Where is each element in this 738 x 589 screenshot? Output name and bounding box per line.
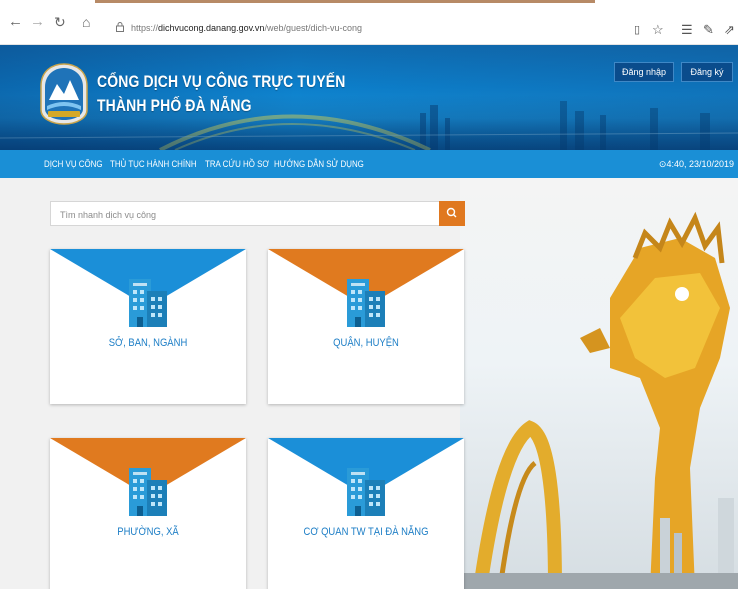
pen-icon[interactable]: ✎ [703, 23, 714, 37]
card-label: CƠ QUAN TW TẠI ĐÀ NẴNG [303, 526, 429, 538]
login-button[interactable]: Đăng nhập [614, 62, 674, 82]
card-label: QUẬN, HUYỆN [333, 337, 399, 349]
nav-dich-vu-cong[interactable]: DỊCH VỤ CÔNG [44, 159, 103, 169]
card-label: SỞ, BAN, NGÀNH [108, 337, 188, 349]
card-so-ban-nganh[interactable]: SỞ, BAN, NGÀNH [50, 249, 246, 404]
card-quan-huyen[interactable]: QUẬN, HUYỆN [268, 249, 464, 404]
nav-tra-cuu-ho-so[interactable]: TRA CỨU HỒ SƠ [205, 159, 269, 169]
building-icon [347, 279, 385, 327]
lock-icon [116, 22, 124, 32]
card-label: PHƯỜNG, XÃ [117, 526, 179, 538]
site-title-line1: CỔNG DỊCH VỤ CÔNG TRỰC TUYẾN [97, 72, 346, 91]
share-icon[interactable]: ⇗ [724, 23, 735, 37]
refresh-icon[interactable]: ↻ [54, 14, 66, 30]
site-header: CỔNG DỊCH VỤ CÔNG TRỰC TUYẾN THÀNH PHỐ Đ… [0, 45, 738, 150]
site-title: CỔNG DỊCH VỤ CÔNG TRỰC TUYẾN THÀNH PHỐ Đ… [97, 70, 345, 118]
dragon-illustration [460, 211, 738, 589]
main-content: Tìm nhanh dịch vụ công SỞ, BAN, NGÀNH QU… [0, 178, 738, 589]
main-nav: DỊCH VỤ CÔNG THỦ TỤC HÀNH CHÍNH TRA CỨU … [0, 150, 738, 178]
favorites-list-icon[interactable]: ☰ [681, 23, 693, 37]
card-phuong-xa[interactable]: PHƯỜNG, XÃ [50, 438, 246, 589]
card-co-quan-tw[interactable]: CƠ QUAN TW TẠI ĐÀ NẴNG [268, 438, 464, 589]
address-bar[interactable]: https://dichvucong.danang.gov.vn/web/gue… [112, 19, 667, 41]
favorite-star-icon[interactable]: ☆ [652, 23, 664, 37]
dragon-bridge-image [460, 178, 738, 589]
url-text: https://dichvucong.danang.gov.vn/web/gue… [131, 23, 362, 33]
url-prefix: https:// [131, 23, 159, 33]
back-icon[interactable]: ← [8, 14, 23, 30]
forward-icon[interactable]: → [30, 14, 45, 30]
url-domain: dichvucong.danang.gov.vn [158, 23, 265, 33]
nav-huong-dan-su-dung[interactable]: HƯỚNG DẪN SỬ DỤNG [274, 159, 364, 169]
home-icon[interactable]: ⌂ [82, 14, 90, 30]
nav-thu-tuc-hanh-chinh[interactable]: THỦ TỤC HÀNH CHÍNH [110, 159, 197, 169]
datetime-display: ⊙4:40, 23/10/2019 [659, 159, 734, 170]
search-input[interactable]: Tìm nhanh dịch vụ công [60, 210, 156, 220]
search-box: Tìm nhanh dịch vụ công [50, 201, 465, 226]
building-icon [129, 279, 167, 327]
building-icon [347, 468, 385, 516]
tab-indicator [95, 0, 595, 3]
building-icon [129, 468, 167, 516]
site-title-line2: THÀNH PHỐ ĐÀ NẴNG [97, 96, 252, 115]
search-icon [446, 207, 457, 218]
danang-logo [40, 63, 88, 125]
reading-view-icon[interactable]: ▯ [634, 23, 640, 37]
search-button[interactable] [439, 201, 465, 226]
datetime-text: 4:40, 23/10/2019 [666, 159, 734, 169]
url-path: /web/guest/dich-vu-cong [264, 23, 362, 33]
register-button[interactable]: Đăng ký [681, 62, 733, 82]
browser-toolbar: ← → ↻ ⌂ https://dichvucong.danang.gov.vn… [0, 0, 738, 45]
